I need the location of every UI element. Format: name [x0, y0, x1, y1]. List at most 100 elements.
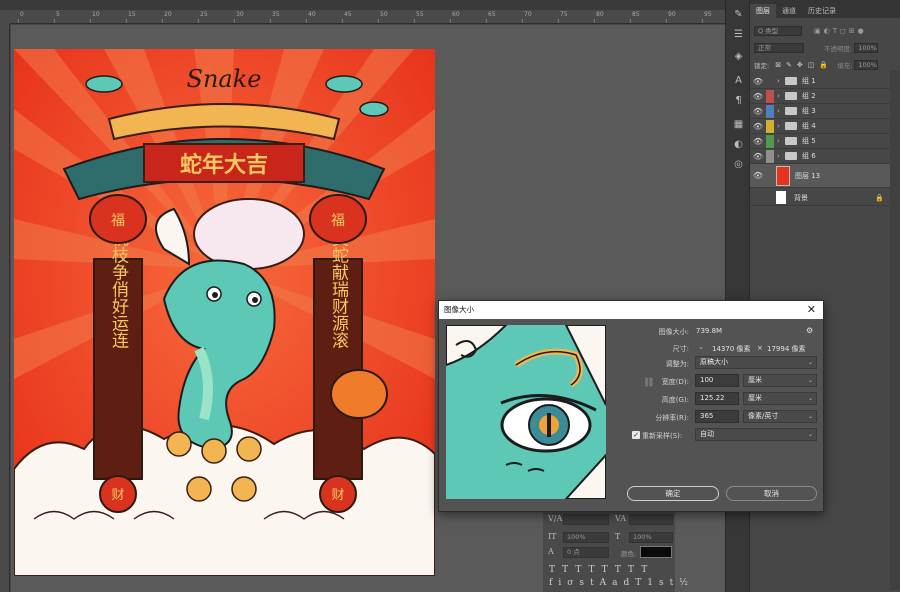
dialog-title: 图像大小	[444, 305, 474, 314]
resample-select[interactable]: 自动 ⌄	[695, 428, 817, 441]
chevron-right-icon[interactable]: ›	[777, 107, 785, 115]
ruler-tick	[594, 19, 595, 23]
tab-history[interactable]: 历史记录	[802, 4, 842, 18]
folder-icon	[785, 107, 797, 115]
layer-row-group[interactable]: 👁 › 组 3	[750, 104, 890, 119]
fit-to-value: 原稿大小	[700, 358, 728, 366]
folder-icon	[785, 122, 797, 130]
width-unit-select[interactable]: 厘米 ⌄	[743, 374, 817, 387]
layer-row-selected[interactable]: 👁 图层 13	[750, 164, 890, 188]
chevron-right-icon[interactable]: ›	[777, 92, 785, 100]
baseline-field[interactable]: 0 点	[563, 547, 609, 558]
resolution-unit-select[interactable]: 像素/英寸 ⌄	[743, 410, 817, 423]
layer-color-tag	[766, 74, 774, 88]
eye-icon[interactable]: 👁	[750, 77, 766, 86]
ruler-tick	[414, 19, 415, 23]
layer-row-group[interactable]: 👁 › 组 6	[750, 149, 890, 164]
layer-filter-row: Q 类型 ▣◐T◻⊞●	[750, 24, 900, 37]
artwork-canvas[interactable]: 蛇年大吉 Snake 桃枝争俏好运连 灵蛇献瑞财源滚 福 福 财 财	[14, 49, 435, 576]
opentype-buttons[interactable]: fiσstAadT1st½	[549, 578, 694, 588]
layer-row-background[interactable]: 背景 🔒	[750, 190, 890, 206]
dimensions-times: ×	[757, 344, 763, 352]
layer-row-group[interactable]: 👁 › 组 1	[750, 74, 890, 89]
horizontal-scale-field[interactable]: 100%	[629, 532, 673, 543]
folder-icon	[785, 152, 797, 160]
eye-icon[interactable]: 👁	[750, 137, 766, 146]
brush-icon[interactable]: ✎	[732, 8, 745, 21]
chevron-right-icon[interactable]: ›	[777, 152, 785, 160]
chevron-right-icon[interactable]: ›	[777, 137, 785, 145]
ok-button[interactable]: 确定	[627, 486, 719, 501]
fill-field[interactable]: 100%	[854, 59, 879, 70]
tracking-field[interactable]	[629, 514, 673, 525]
layer-name: 组 1	[802, 77, 816, 85]
width-input[interactable]: 100	[695, 374, 739, 387]
ruler-tick	[234, 19, 235, 23]
adjustments-icon[interactable]: ◐	[732, 138, 745, 151]
chevron-down-icon[interactable]: ⌄	[698, 343, 704, 351]
photoshop-window: 0 5 10 15 20 25 30 35 40 45 50 55 60 65 70 75 80 85 90 95	[0, 0, 900, 592]
layer-row-group[interactable]: 👁 › 组 5	[750, 134, 890, 149]
gear-icon[interactable]: ⚙	[806, 326, 813, 335]
adjust-icon[interactable]: ☰	[732, 28, 745, 41]
paragraph-icon[interactable]: ¶	[732, 94, 745, 107]
layer-row-group[interactable]: 👁 › 组 4	[750, 119, 890, 134]
type-style-buttons[interactable]: TTTTTTTT	[549, 565, 654, 575]
ruler-left[interactable]	[0, 24, 10, 592]
chevron-right-icon[interactable]: ›	[777, 77, 785, 85]
chevron-right-icon[interactable]: ›	[777, 122, 785, 130]
ruler-tick-label: 75	[560, 11, 568, 18]
blend-mode-select[interactable]: 正常	[754, 42, 804, 53]
ruler-tick	[270, 19, 271, 23]
filter-icons[interactable]: ▣◐T◻⊞●	[814, 27, 867, 35]
ruler-top[interactable]: 0 5 10 15 20 25 30 35 40 45 50 55 60 65 70 75 80 85 90 95	[10, 10, 725, 24]
layer-filter-select[interactable]: Q 类型	[754, 25, 802, 36]
chevron-down-icon: ⌄	[807, 413, 813, 420]
ruler-tick-label: 95	[704, 11, 712, 18]
close-icon[interactable]: ✕	[807, 301, 816, 319]
eye-icon[interactable]: 👁	[750, 171, 766, 180]
vertical-scale-field[interactable]: 100%	[563, 532, 609, 543]
resample-checkbox[interactable]: ✓	[632, 431, 640, 439]
image-preview[interactable]	[446, 325, 606, 499]
paths-icon[interactable]: ◎	[732, 158, 745, 171]
image-size-value: 739.8M	[696, 327, 723, 335]
layers-icon[interactable]: ▦	[732, 118, 745, 131]
layer-row-group[interactable]: 👁 › 组 2	[750, 89, 890, 104]
eye-icon[interactable]: 👁	[750, 107, 766, 116]
lock-icons[interactable]: ⊠✎✥◫🔒	[775, 61, 833, 69]
eye-icon[interactable]: 👁	[750, 92, 766, 101]
cube-icon[interactable]: ◈	[732, 50, 745, 63]
ruler-tick-label: 60	[452, 11, 460, 18]
ruler-tick-label: 10	[92, 11, 100, 18]
height-unit-select[interactable]: 厘米 ⌄	[743, 392, 817, 405]
eye-icon[interactable]: 👁	[750, 122, 766, 131]
svg-text:灵蛇献瑞财源滚: 灵蛇献瑞财源滚	[328, 230, 349, 349]
layers-scrollbar[interactable]	[890, 70, 900, 590]
svg-text:桃枝争俏好运连: 桃枝争俏好运连	[108, 229, 129, 348]
dimensions-height: 17994 像素	[767, 345, 806, 353]
lock-icon: 🔒	[875, 193, 884, 202]
lock-label: 锁定:	[754, 61, 770, 70]
layer-color-tag	[766, 149, 774, 163]
folder-icon	[785, 92, 797, 100]
ruler-tick-label: 90	[668, 11, 676, 18]
ruler-tick-label: 70	[524, 11, 532, 18]
resolution-unit-value: 像素/英寸	[748, 412, 779, 420]
cancel-button[interactable]: 取消	[726, 486, 817, 501]
tab-channels[interactable]: 通道	[776, 4, 802, 18]
ruler-tick-label: 20	[164, 11, 172, 18]
color-swatch[interactable]	[640, 546, 672, 558]
eye-icon[interactable]: 👁	[750, 152, 766, 161]
tab-layers[interactable]: 图层	[750, 4, 776, 18]
ruler-tick-label: 35	[272, 11, 280, 18]
horizontal-scale-icon: T	[615, 532, 621, 541]
character-icon[interactable]: A	[732, 74, 745, 87]
height-input[interactable]: 125.22	[695, 392, 739, 405]
kerning-field[interactable]	[563, 514, 609, 525]
fit-to-select[interactable]: 原稿大小 ⌄	[695, 356, 817, 369]
resolution-input[interactable]: 365	[695, 410, 739, 423]
vertical-scale-icon: IT	[548, 532, 557, 541]
preview-illustration	[446, 325, 606, 499]
opacity-field[interactable]: 100%	[854, 42, 879, 53]
